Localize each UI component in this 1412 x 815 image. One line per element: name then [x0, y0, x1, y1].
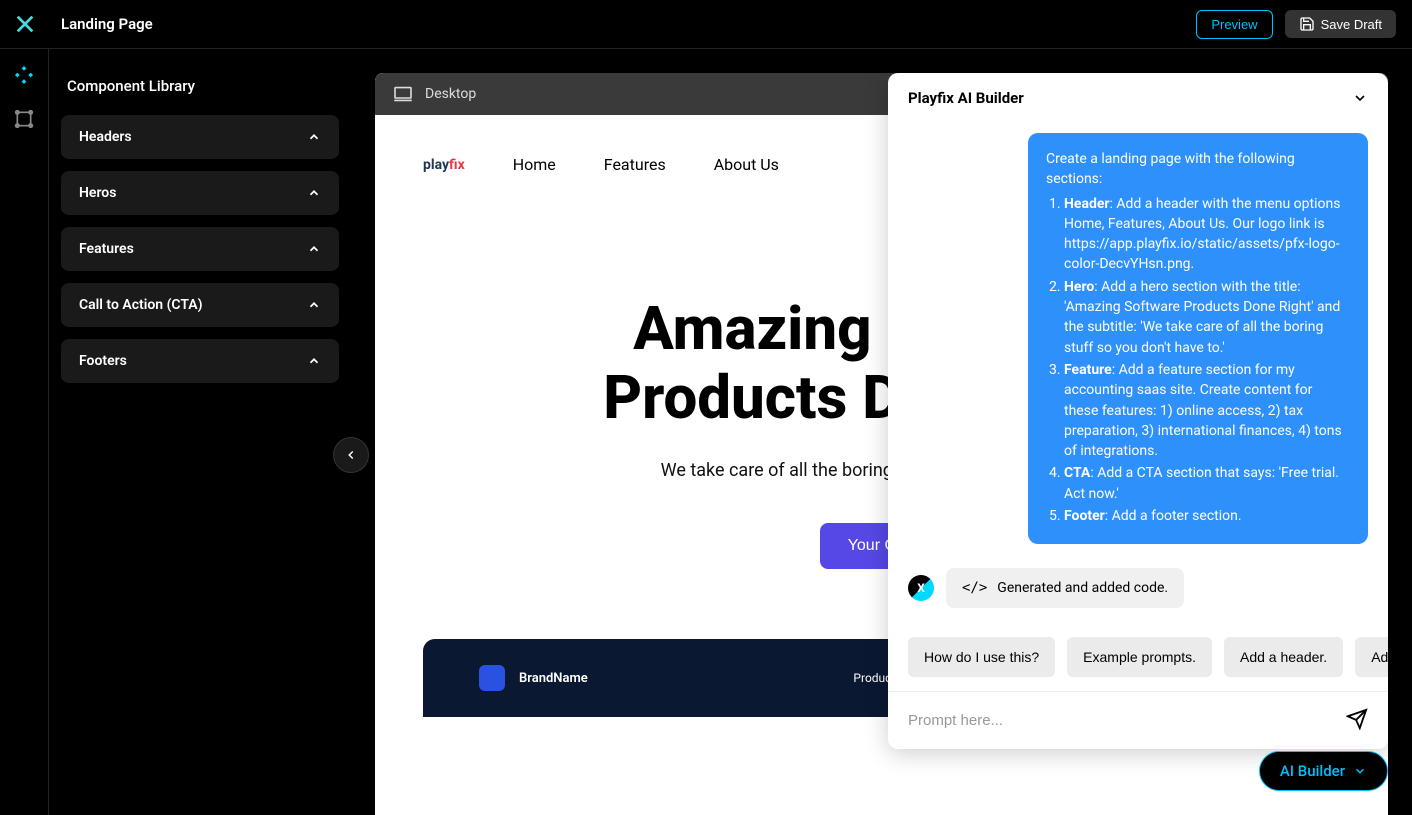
- ai-panel-header: Playfix AI Builder: [888, 73, 1388, 123]
- preview-nav: Home Features About Us: [513, 155, 779, 174]
- save-label: Save Draft: [1321, 17, 1382, 32]
- send-button[interactable]: [1346, 708, 1368, 733]
- user-msg-item: Hero: Add a hero section with the title:…: [1064, 277, 1350, 358]
- logo-icon: [14, 13, 36, 35]
- user-msg-intro: Create a landing page with the following…: [1046, 149, 1350, 190]
- save-draft-button[interactable]: Save Draft: [1285, 10, 1396, 38]
- chevron-up-icon: [307, 242, 321, 256]
- accordion-footers[interactable]: Footers: [61, 339, 339, 383]
- chevron-up-icon: [307, 186, 321, 200]
- nav-link-home[interactable]: Home: [513, 155, 556, 174]
- save-icon: [1299, 16, 1315, 32]
- desktop-icon: [393, 86, 413, 102]
- user-msg-item: Header: Add a header with the menu optio…: [1064, 194, 1350, 275]
- accordion-label: Footers: [79, 353, 127, 369]
- suggestion-chip[interactable]: Add a header.: [1224, 637, 1343, 677]
- ai-avatar-icon: X: [908, 575, 934, 601]
- nav-link-features[interactable]: Features: [604, 155, 666, 174]
- accordion-features[interactable]: Features: [61, 227, 339, 271]
- app-header: Landing Page Preview Save Draft: [0, 0, 1412, 49]
- code-icon: </>: [962, 580, 987, 596]
- header-left: Landing Page: [0, 0, 153, 49]
- user-msg-item: CTA: Add a CTA section that says: 'Free …: [1064, 463, 1350, 504]
- chevron-up-icon: [307, 354, 321, 368]
- preview-logo[interactable]: playfix: [423, 157, 465, 173]
- suggestion-chip[interactable]: How do I use this?: [908, 637, 1055, 677]
- collapse-sidebar-button[interactable]: [333, 437, 369, 473]
- ai-suggestions: How do I use this? Example prompts. Add …: [888, 623, 1388, 691]
- app-logo[interactable]: [0, 0, 49, 49]
- accordion-heros[interactable]: Heros: [61, 171, 339, 215]
- ai-pill-label: AI Builder: [1280, 762, 1345, 780]
- brand-logo-icon: [479, 665, 505, 691]
- nav-link-about[interactable]: About Us: [714, 155, 779, 174]
- accordion-cta[interactable]: Call to Action (CTA): [61, 283, 339, 327]
- accordion-label: Call to Action (CTA): [79, 297, 203, 313]
- ai-response-chip: </> Generated and added code.: [946, 568, 1184, 608]
- ai-builder-panel: Playfix AI Builder Create a landing page…: [888, 73, 1388, 749]
- user-msg-item: Footer: Add a footer section.: [1064, 506, 1350, 526]
- user-msg-item: Feature: Add a feature section for my ac…: [1064, 360, 1350, 461]
- header-right: Preview Save Draft: [1196, 10, 1396, 39]
- chevron-down-icon: [1353, 764, 1367, 778]
- icon-rail: [0, 49, 49, 815]
- components-rail-icon[interactable]: [14, 65, 34, 85]
- chevron-up-icon: [307, 298, 321, 312]
- brand-name: BrandName: [519, 671, 588, 686]
- accordion-label: Heros: [79, 185, 116, 201]
- accordion-label: Features: [79, 241, 134, 257]
- chevron-up-icon: [307, 130, 321, 144]
- page-title: Landing Page: [61, 15, 153, 33]
- ai-input-row: [888, 691, 1388, 749]
- chevron-left-icon: [344, 448, 358, 462]
- suggestion-chip[interactable]: Example prompts.: [1067, 637, 1212, 677]
- user-message: Create a landing page with the following…: [1028, 133, 1368, 544]
- ai-panel-body: Create a landing page with the following…: [888, 123, 1388, 623]
- suggestion-chip[interactable]: Add a he: [1355, 637, 1388, 677]
- send-icon: [1346, 708, 1368, 730]
- sidebar-title: Component Library: [61, 69, 339, 115]
- chevron-down-icon[interactable]: [1352, 90, 1368, 106]
- ai-prompt-input[interactable]: [908, 712, 1346, 729]
- accordion-label: Headers: [79, 129, 132, 145]
- component-sidebar: Component Library Headers Heros Features…: [49, 49, 351, 815]
- device-label: Desktop: [425, 86, 476, 102]
- ai-response-row: X </> Generated and added code.: [908, 568, 1368, 608]
- ai-panel-title: Playfix AI Builder: [908, 89, 1024, 107]
- frame-rail-icon[interactable]: [14, 109, 34, 129]
- user-msg-list: Header: Add a header with the menu optio…: [1046, 194, 1350, 527]
- preview-button[interactable]: Preview: [1196, 10, 1272, 39]
- ai-response-text: Generated and added code.: [997, 580, 1168, 596]
- ai-builder-pill[interactable]: AI Builder: [1259, 751, 1388, 791]
- accordion-headers[interactable]: Headers: [61, 115, 339, 159]
